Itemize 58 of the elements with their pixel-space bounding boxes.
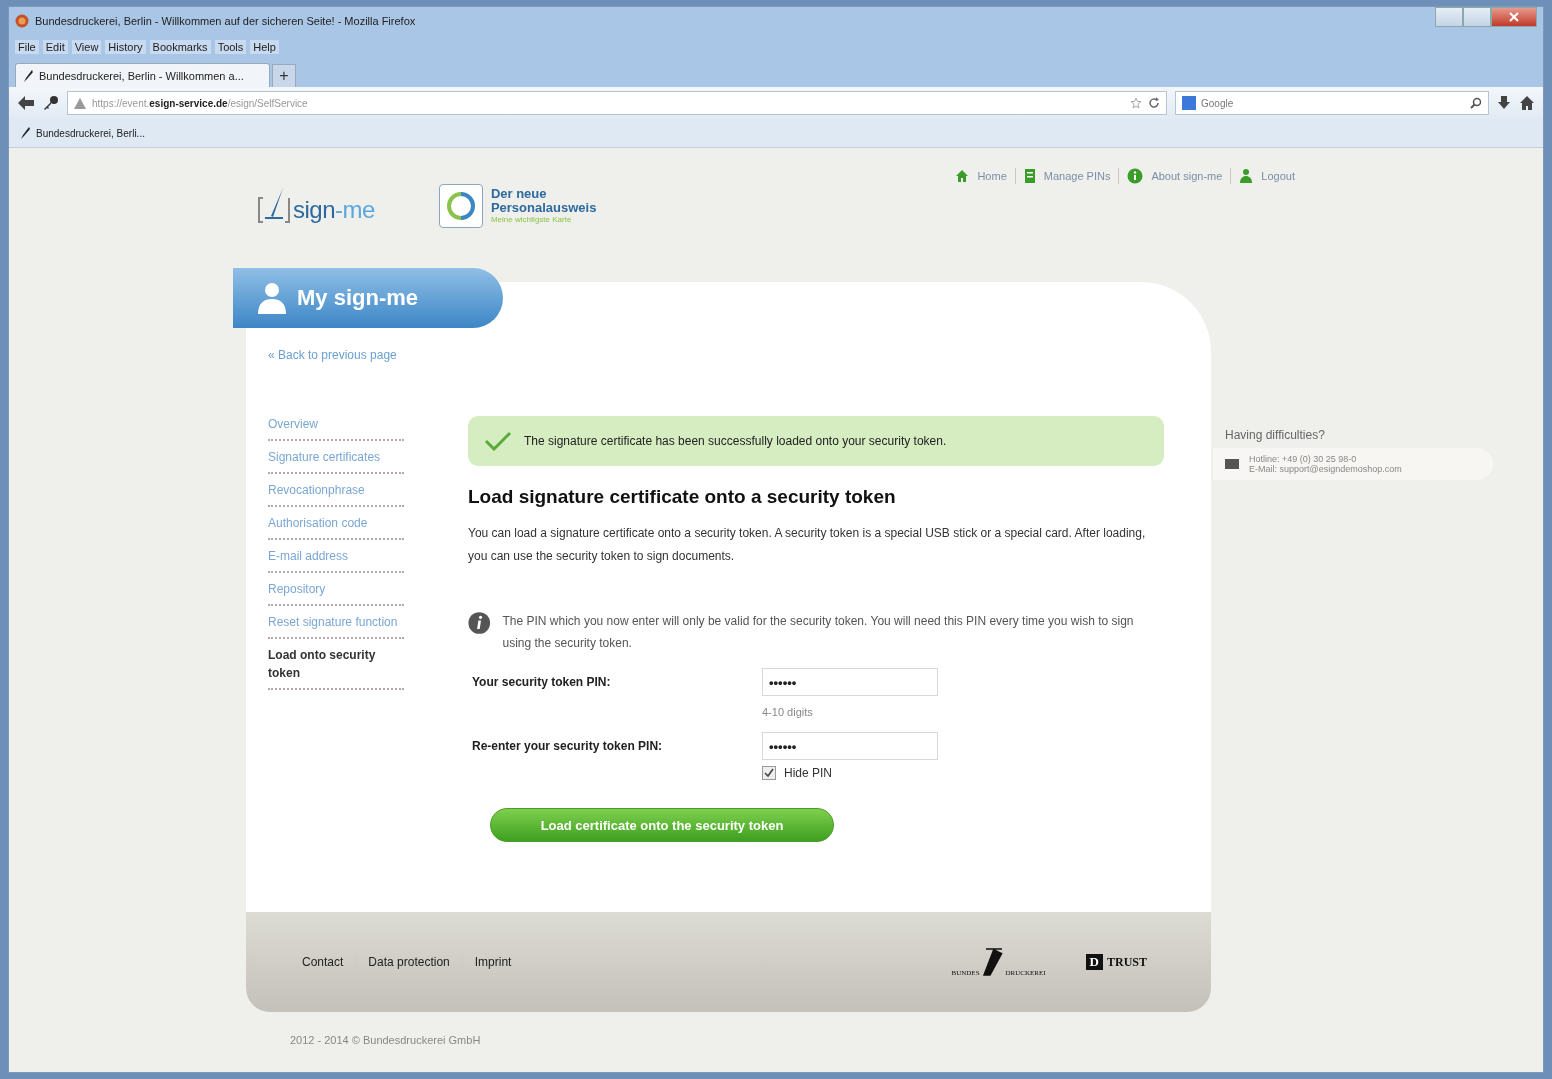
bookmark-item[interactable]: Bundesdruckerei, Berli... xyxy=(19,126,145,140)
warning-icon xyxy=(74,97,86,109)
browser-icon xyxy=(15,14,29,28)
logo-text: Der neue xyxy=(490,187,548,201)
menu-item[interactable]: Tools xyxy=(214,40,247,54)
menu-item[interactable]: View xyxy=(71,40,102,54)
logo-text: Personalausweis xyxy=(490,200,597,215)
info-text: The PIN which you now enter will only be valid for the security token. You will need this PIN every time you wish to sign using the security token. xyxy=(502,613,1135,652)
document-icon xyxy=(1023,168,1036,184)
menu-item[interactable]: History xyxy=(105,40,146,54)
field-label: Re-enter your security token PIN: xyxy=(471,739,664,753)
back-icon[interactable] xyxy=(17,95,35,111)
menu-item[interactable]: Bookmarks xyxy=(149,40,211,54)
reload-icon[interactable] xyxy=(1148,97,1160,109)
page-heading: Load signature certificate onto a security token xyxy=(468,486,897,508)
key-icon[interactable] xyxy=(43,95,59,111)
info-icon xyxy=(1127,168,1144,184)
pen-icon xyxy=(19,126,31,140)
hotline-text: Hotline: +49 (0) 30 25 98-0 xyxy=(1249,454,1358,464)
email-text: E-Mail: support@esigndemoshop.com xyxy=(1249,464,1402,474)
copyright-text: 2012 - 2014 © Bundesdruckerei GmbH xyxy=(290,1034,482,1046)
field-hint: 4-10 digits xyxy=(762,706,814,718)
field-label: Your security token PIN: xyxy=(471,675,612,689)
success-text: The signature certificate has been successfully loaded onto your security token. xyxy=(524,434,947,448)
search-field[interactable]: Google xyxy=(1175,91,1489,115)
logo-text: sign-me xyxy=(293,196,375,224)
checkmark-icon xyxy=(484,431,512,451)
id-card-logo-icon xyxy=(438,184,483,228)
footer-link[interactable]: Imprint xyxy=(461,955,524,969)
help-title: Having difficulties? xyxy=(1224,428,1326,442)
window-title: Bundesdruckerei, Berlin - Willkommen auf der sicheren Seite! - Mozilla Firefox xyxy=(35,15,416,27)
pen-icon xyxy=(22,68,34,83)
intro-text: You can load a signature certificate onto a security token. A security token is a special USB stick or a special card. After loading, you can use the security token to sign documents. xyxy=(468,525,1147,565)
download-icon[interactable] xyxy=(1497,95,1511,111)
menu-item[interactable]: File xyxy=(15,40,39,54)
menu-item[interactable]: Edit xyxy=(42,40,68,54)
star-icon[interactable] xyxy=(1130,97,1142,109)
user-icon xyxy=(1239,168,1254,184)
pin-field[interactable]: •••••• xyxy=(762,732,938,760)
pin-field[interactable]: •••••• xyxy=(762,668,938,696)
footer-link[interactable]: Data protection xyxy=(355,955,462,969)
address-bar[interactable]: https://event.esign-service.de/esign/SelfService xyxy=(67,91,1167,115)
user-icon xyxy=(257,282,287,314)
info-icon xyxy=(468,610,491,636)
new-tab-button[interactable]: + xyxy=(272,64,296,87)
footer-link[interactable]: Contact xyxy=(290,955,356,969)
logo-tagline: Meine wichtigste Karte xyxy=(490,216,573,225)
menu-item[interactable]: Help xyxy=(250,40,279,54)
checkbox-label: Hide PIN xyxy=(784,766,833,780)
close-button[interactable] xyxy=(1491,7,1537,27)
browser-tab[interactable]: Bundesdruckerei, Berlin - Willkommen a... xyxy=(15,63,270,87)
checkbox[interactable] xyxy=(762,766,776,780)
search-icon[interactable] xyxy=(1470,97,1482,109)
home-icon[interactable] xyxy=(1519,95,1535,111)
sidebar-item[interactable]: Load onto security token xyxy=(268,639,404,690)
close-icon xyxy=(1509,12,1519,22)
home-icon xyxy=(955,169,970,183)
company-logo: D TRUST xyxy=(1085,954,1167,970)
